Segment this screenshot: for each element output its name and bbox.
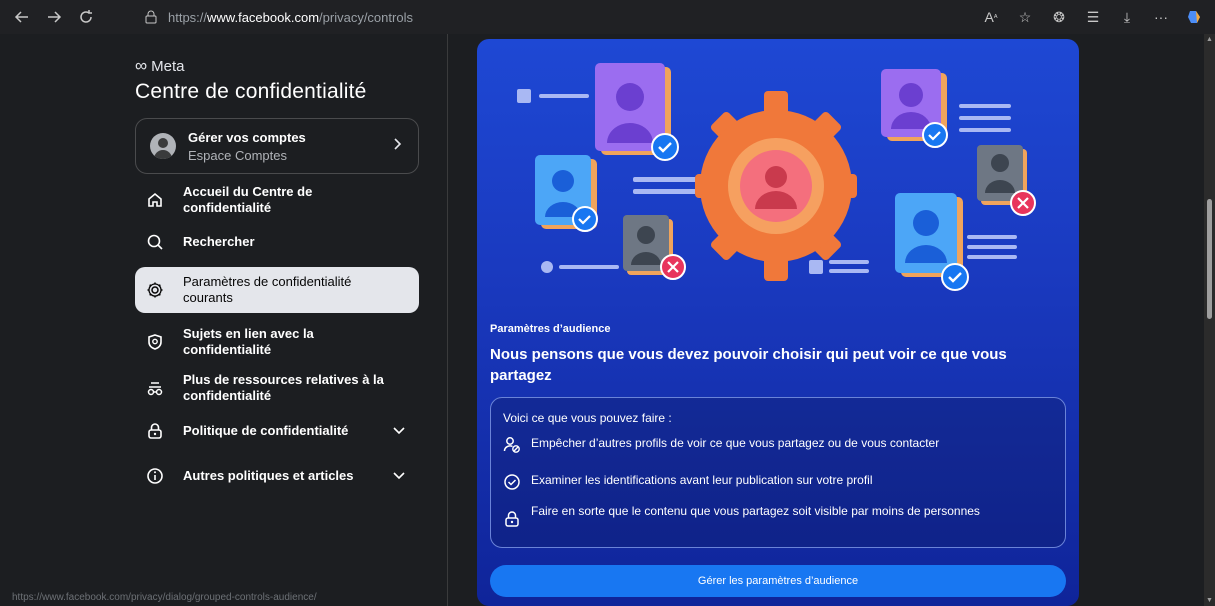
- url-prefix: https://: [168, 9, 208, 25]
- avatar: [150, 133, 176, 159]
- address-bar[interactable]: https://www.facebook.com/privacy/control…: [140, 4, 940, 30]
- action-text: Faire en sorte que le contenu que vous p…: [531, 504, 980, 518]
- account-subtitle: Espace Comptes: [188, 147, 287, 163]
- info-icon: [145, 466, 165, 486]
- block-user-icon: [503, 436, 521, 454]
- account-title: Gérer vos comptes: [188, 129, 306, 145]
- url-domain: www.facebook.com: [207, 9, 320, 25]
- chevron-right-icon: [392, 137, 402, 155]
- sidebar-item-label: Rechercher: [183, 234, 255, 249]
- meta-brand: Meta: [151, 57, 185, 75]
- audience-illustration: [517, 63, 1036, 291]
- sidebar-item-topics[interactable]: Sujets en lien avec la confidentialité: [135, 322, 419, 362]
- back-icon[interactable]: [6, 3, 38, 31]
- action-row: Examiner les identifications avant leur …: [503, 473, 1031, 491]
- page-content: ∞ Meta Centre de confidentialité Gérer v…: [8, 34, 1204, 606]
- search-icon: [145, 232, 165, 252]
- downloads-icon[interactable]: ⤓: [1113, 4, 1141, 30]
- meta-logo[interactable]: ∞ Meta: [135, 56, 184, 76]
- profile-card-blue-right: [895, 193, 969, 291]
- resources-icon: [145, 378, 165, 398]
- sidebar-item-label: Sujets en lien avec la confidentialité: [183, 326, 314, 357]
- manage-accounts-button[interactable]: Gérer vos comptes Espace Comptes: [135, 118, 419, 174]
- extensions-icon[interactable]: ❂: [1045, 4, 1073, 30]
- sidebar-item-resources[interactable]: Plus de ressources relatives à la confid…: [135, 368, 419, 408]
- section-label: Paramètres d’audience: [490, 323, 611, 335]
- copilot-icon[interactable]: [1181, 4, 1209, 30]
- url-path: /privacy/controls: [319, 9, 413, 25]
- page-scrollbar[interactable]: ▲ ▼: [1204, 34, 1215, 606]
- sidebar-item-label: Politique de confidentialité: [183, 423, 349, 438]
- profile-card-purple-right: [881, 69, 948, 148]
- scroll-down-icon[interactable]: ▼: [1206, 597, 1213, 604]
- sidebar-item-label: Accueil du Centre de confidentialité: [183, 184, 313, 215]
- shield-icon: [145, 332, 165, 352]
- gear-icon: [145, 280, 165, 300]
- reload-icon[interactable]: [70, 3, 102, 31]
- lock-icon: [503, 510, 521, 528]
- favorite-star-icon[interactable]: ☆: [1011, 4, 1039, 30]
- lock-icon: [145, 421, 165, 441]
- sidebar-item-search[interactable]: Rechercher: [135, 230, 419, 254]
- section-headline: Nous pensons que vous devez pouvoir choi…: [490, 346, 1007, 384]
- browser-toolbar: https://www.facebook.com/privacy/control…: [0, 0, 1215, 34]
- profile-card-gray-left: [623, 215, 686, 280]
- profile-card-purple: [595, 63, 679, 161]
- sidebar-item-home[interactable]: Accueil du Centre de confidentialité: [135, 180, 419, 220]
- meta-infinity-icon: ∞: [135, 56, 148, 75]
- forward-icon[interactable]: [38, 3, 70, 31]
- sidebar: ∞ Meta Centre de confidentialité Gérer v…: [8, 34, 448, 606]
- sidebar-item-label: Autres politiques et articles: [183, 468, 354, 483]
- sidebar-item-common-settings[interactable]: Paramètres de confidentialité courants: [135, 267, 419, 313]
- chevron-down-icon[interactable]: [393, 422, 405, 440]
- actions-box: Voici ce que vous pouvez faire : Empêche…: [490, 397, 1066, 548]
- action-text: Empêcher d’autres profils de voir ce que…: [531, 436, 940, 450]
- home-icon: [145, 190, 165, 210]
- gear-illustration: [695, 91, 857, 281]
- more-menu-icon[interactable]: ···: [1147, 4, 1175, 30]
- profile-card-gray-right: [977, 145, 1036, 216]
- sidebar-item-policy[interactable]: Politique de confidentialité: [135, 419, 419, 443]
- manage-audience-button[interactable]: Gérer les paramètres d’audience: [490, 565, 1066, 597]
- check-circle-icon: [503, 473, 521, 491]
- page-title: Centre de confidentialité: [135, 80, 367, 103]
- read-aloud-icon[interactable]: Aᴬ: [977, 4, 1005, 30]
- status-bar-url: https://www.facebook.com/privacy/dialog/…: [8, 592, 321, 606]
- favorites-list-icon[interactable]: ☰: [1079, 4, 1107, 30]
- action-row: Empêcher d’autres profils de voir ce que…: [503, 436, 1031, 454]
- action-text: Examiner les identifications avant leur …: [531, 473, 873, 487]
- sidebar-item-other-policies[interactable]: Autres politiques et articles: [135, 464, 419, 488]
- audience-settings-card: Paramètres d’audience Nous pensons que v…: [477, 39, 1079, 606]
- lock-icon[interactable]: [140, 10, 162, 24]
- scrollbar-thumb[interactable]: [1207, 199, 1212, 319]
- toolbar-right: Aᴬ ☆ ❂ ☰ ⤓ ···: [977, 4, 1209, 30]
- scroll-up-icon[interactable]: ▲: [1206, 36, 1213, 43]
- sidebar-item-label: Plus de ressources relatives à la confid…: [183, 372, 384, 403]
- chevron-down-icon[interactable]: [393, 467, 405, 485]
- profile-card-blue-left: [535, 155, 598, 232]
- box-title: Voici ce que vous pouvez faire :: [503, 411, 672, 425]
- action-row: Faire en sorte que le contenu que vous p…: [503, 504, 1021, 528]
- sidebar-item-label: Paramètres de confidentialité courants: [183, 274, 352, 305]
